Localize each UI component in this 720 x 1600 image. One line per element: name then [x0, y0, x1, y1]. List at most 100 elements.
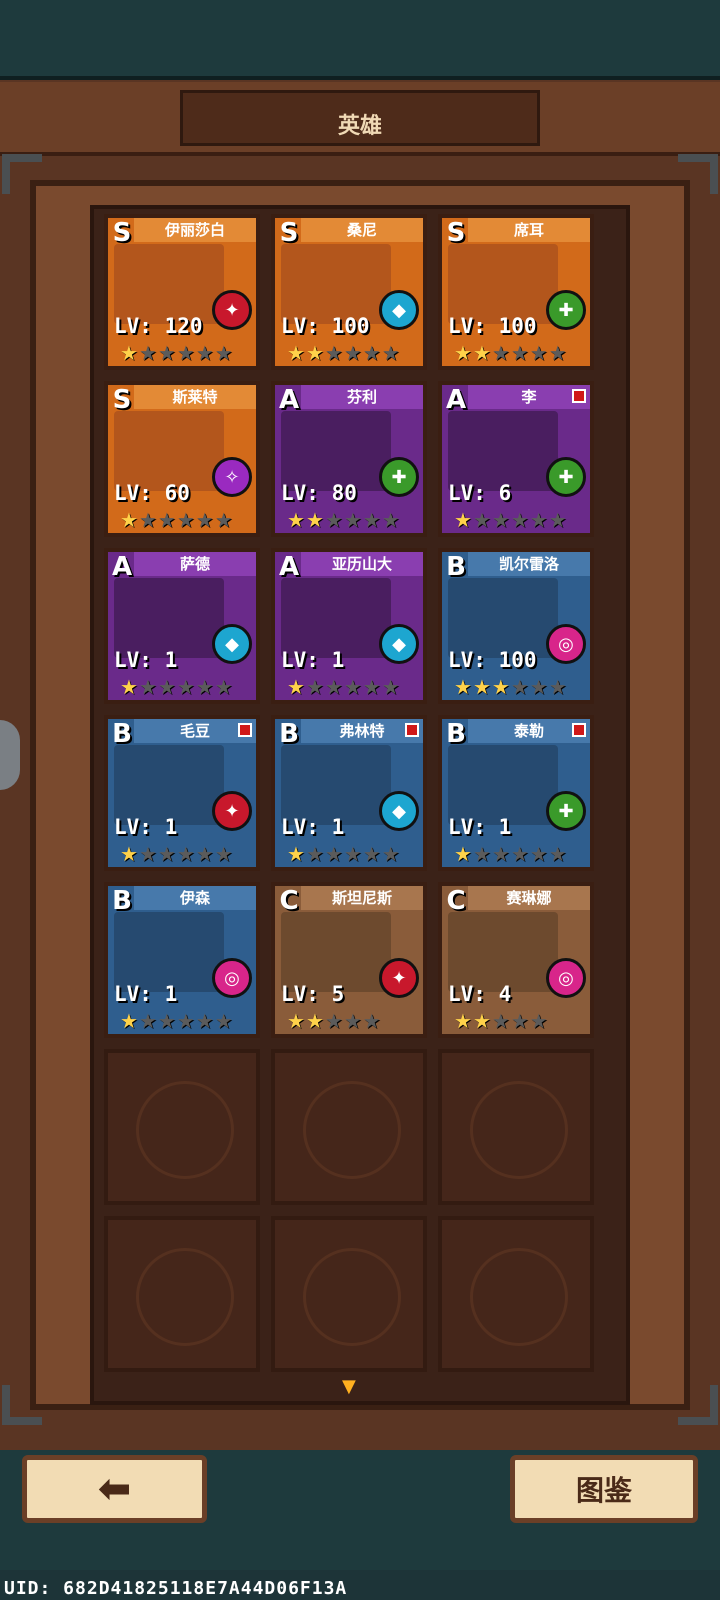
hero-portrait: [114, 578, 224, 658]
hero-portrait: [281, 411, 391, 491]
purple-element-icon: ✧: [212, 457, 252, 497]
star-icon: ★: [472, 508, 491, 532]
new-badge-icon: [238, 723, 252, 737]
star-icon: ★: [343, 341, 362, 365]
hero-portrait: [114, 411, 224, 491]
star-icon: ★: [305, 341, 324, 365]
star-icon: ★: [381, 842, 400, 866]
hero-card[interactable]: 凯尔雷洛 B ◎ LV: 100 ★ ★ ★ ★ ★ ★: [438, 548, 594, 704]
hero-card[interactable]: 芬利 A ✚ LV: 80 ★ ★ ★ ★ ★ ★: [271, 381, 427, 537]
empty-hero-slot: [104, 1049, 260, 1205]
red-element-icon: ✦: [212, 290, 252, 330]
star-icon: ★: [138, 842, 157, 866]
star-icon: ★: [362, 842, 381, 866]
star-icon: ★: [381, 675, 400, 699]
hero-card[interactable]: 伊森 B ◎ LV: 1 ★ ★ ★ ★ ★ ★: [104, 882, 260, 1038]
star-rating: ★ ★ ★ ★ ★ ★: [287, 676, 400, 698]
star-icon: ★: [305, 675, 324, 699]
star-icon: ★: [510, 675, 529, 699]
star-icon: ★: [176, 1009, 195, 1033]
atlas-label: 图鉴: [575, 1474, 632, 1507]
hero-level: LV: 120: [114, 314, 203, 338]
star-icon: ★: [324, 842, 343, 866]
star-icon: ★: [491, 508, 510, 532]
hero-level: LV: 1: [281, 815, 345, 839]
hero-name: 凯尔雷洛: [468, 552, 590, 576]
star-icon: ★: [491, 675, 510, 699]
hero-card[interactable]: 斯坦尼斯 C ✦ LV: 5 ★ ★ ★ ★ ★: [271, 882, 427, 1038]
star-rating: ★ ★ ★ ★ ★ ★: [287, 509, 400, 531]
star-icon: ★: [120, 1009, 138, 1033]
hero-portrait: [448, 578, 558, 658]
star-icon: ★: [138, 675, 157, 699]
star-icon: ★: [138, 508, 157, 532]
hero-level: LV: 100: [281, 314, 370, 338]
hero-portrait: [448, 411, 558, 491]
atlas-button[interactable]: 图鉴: [510, 1455, 698, 1523]
star-icon: ★: [157, 508, 176, 532]
star-rating: ★ ★ ★ ★ ★ ★: [120, 509, 233, 531]
star-icon: ★: [529, 675, 548, 699]
star-icon: ★: [548, 508, 567, 532]
new-badge-icon: [572, 389, 586, 403]
star-icon: ★: [287, 675, 305, 699]
hero-card[interactable]: 萨德 A ◆ LV: 1 ★ ★ ★ ★ ★ ★: [104, 548, 260, 704]
star-icon: ★: [548, 842, 567, 866]
hero-portrait: [281, 745, 391, 825]
hero-card[interactable]: 斯莱特 S ✧ LV: 60 ★ ★ ★ ★ ★ ★: [104, 381, 260, 537]
star-icon: ★: [120, 341, 138, 365]
star-icon: ★: [324, 341, 343, 365]
hero-name: 桑尼: [301, 218, 423, 242]
star-icon: ★: [157, 675, 176, 699]
star-icon: ★: [362, 1009, 381, 1033]
hero-level: LV: 60: [114, 481, 190, 505]
star-icon: ★: [214, 1009, 233, 1033]
hero-card[interactable]: 李 A ✚ LV: 6 ★ ★ ★ ★ ★ ★: [438, 381, 594, 537]
star-rating: ★ ★ ★ ★ ★ ★: [120, 676, 233, 698]
hero-name: 芬利: [301, 385, 423, 409]
star-icon: ★: [287, 341, 305, 365]
hero-portrait: [114, 912, 224, 992]
hero-card[interactable]: 弗林特 B ◆ LV: 1 ★ ★ ★ ★ ★ ★: [271, 715, 427, 871]
scroll-down-icon[interactable]: ▼: [342, 1376, 356, 1397]
hero-portrait: [448, 745, 558, 825]
star-icon: ★: [195, 675, 214, 699]
back-button[interactable]: ⬅: [22, 1455, 207, 1523]
star-icon: ★: [472, 842, 491, 866]
hero-portrait: [281, 244, 391, 324]
hero-name: 伊森: [134, 886, 256, 910]
star-icon: ★: [381, 341, 400, 365]
new-badge-icon: [405, 723, 419, 737]
green-element-icon: ✚: [546, 290, 586, 330]
hero-portrait: [114, 745, 224, 825]
star-rating: ★ ★ ★ ★ ★: [454, 1010, 548, 1032]
star-icon: ★: [491, 341, 510, 365]
hero-card[interactable]: 毛豆 B ✦ LV: 1 ★ ★ ★ ★ ★ ★: [104, 715, 260, 871]
star-icon: ★: [157, 1009, 176, 1033]
star-icon: ★: [510, 1009, 529, 1033]
hero-portrait: [281, 912, 391, 992]
green-element-icon: ✚: [379, 457, 419, 497]
hero-card[interactable]: 伊丽莎白 S ✦ LV: 120 ★ ★ ★ ★ ★ ★: [104, 214, 260, 370]
hero-card[interactable]: 赛琳娜 C ◎ LV: 4 ★ ★ ★ ★ ★: [438, 882, 594, 1038]
star-icon: ★: [305, 842, 324, 866]
hero-level: LV: 5: [281, 982, 345, 1006]
hero-level: LV: 1: [114, 982, 178, 1006]
hero-card[interactable]: 桑尼 S ◆ LV: 100 ★ ★ ★ ★ ★ ★: [271, 214, 427, 370]
arrow-left-icon: ⬅: [97, 1466, 132, 1512]
hero-portrait: [448, 912, 558, 992]
hero-portrait: [114, 244, 224, 324]
hero-card[interactable]: 亚历山大 A ◆ LV: 1 ★ ★ ★ ★ ★ ★: [271, 548, 427, 704]
hero-level: LV: 80: [281, 481, 357, 505]
star-icon: ★: [305, 1009, 324, 1033]
hero-portrait: [448, 244, 558, 324]
magenta-element-icon: ◎: [212, 958, 252, 998]
new-badge-icon: [572, 723, 586, 737]
star-icon: ★: [176, 508, 195, 532]
hero-card[interactable]: 席耳 S ✚ LV: 100 ★ ★ ★ ★ ★ ★: [438, 214, 594, 370]
star-icon: ★: [472, 341, 491, 365]
star-icon: ★: [324, 675, 343, 699]
hero-card[interactable]: 泰勒 B ✚ LV: 1 ★ ★ ★ ★ ★ ★: [438, 715, 594, 871]
corner-bracket: [678, 1385, 718, 1425]
hero-level: LV: 4: [448, 982, 512, 1006]
